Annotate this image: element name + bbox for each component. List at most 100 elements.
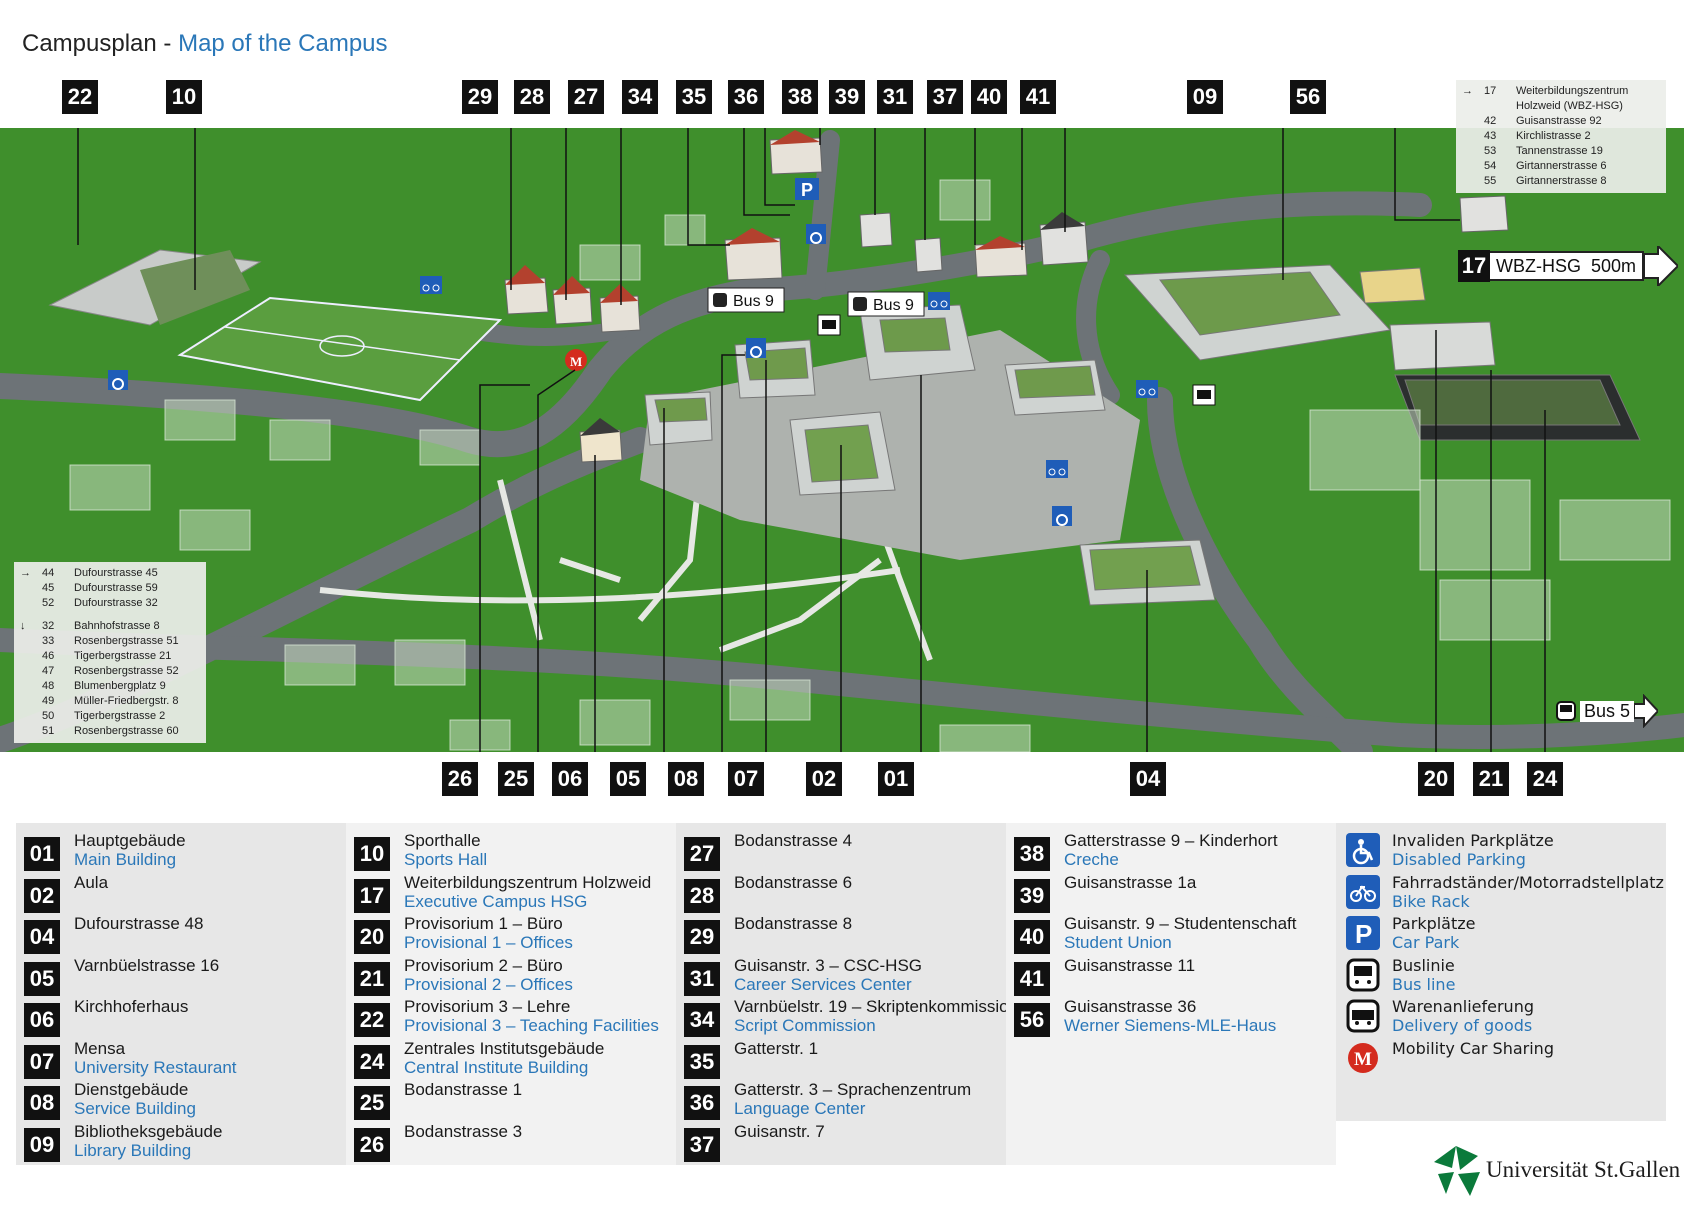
offsite-address: Dufourstrasse 45	[74, 567, 158, 579]
building-marker-27[interactable]: 27	[568, 80, 604, 114]
legend-label-de: Guisanstrasse 1a	[1064, 872, 1197, 892]
building-marker-41[interactable]: 41	[1020, 80, 1056, 114]
offsite-row: 52 Dufourstrasse 32	[20, 596, 200, 611]
legend-item-39[interactable]: 39 Guisanstrasse 1a	[1014, 873, 1196, 913]
bicycle-icon	[1136, 380, 1158, 398]
building-marker-09[interactable]: 09	[1187, 80, 1223, 114]
legend-symbol-parking[interactable]: P Parkplätze Car Park	[1346, 914, 1476, 952]
legend-item-20[interactable]: 20 Provisorium 1 – Büro Provisional 1 – Of…	[354, 914, 573, 954]
arrow-right-icon	[1462, 99, 1484, 114]
legend-symbol-truck[interactable]: Warenanlieferung Delivery of goods	[1346, 997, 1534, 1035]
legend-label-de: Aula	[74, 872, 109, 892]
legend-item-01[interactable]: 01 Hauptgebäude Main Building	[24, 831, 186, 871]
building-marker-22[interactable]: 22	[62, 80, 98, 114]
legend-item-05[interactable]: 05 Varnbüelstrasse 16	[24, 956, 219, 996]
legend-item-38[interactable]: 38 Gatterstrasse 9 – Kinderhort Creche	[1014, 831, 1278, 871]
legend-item-24[interactable]: 24 Zentrales Institutsgebäude Central Inst…	[354, 1039, 604, 1079]
building-marker-26[interactable]: 26	[442, 762, 478, 796]
building-marker-06[interactable]: 06	[552, 762, 588, 796]
legend-label-de: Gatterstr. 1	[734, 1038, 819, 1058]
legend-symbol-bus[interactable]: Buslinie Bus line	[1346, 956, 1455, 994]
legend-text: Guisanstr. 7	[734, 1122, 825, 1162]
legend-item-37[interactable]: 37 Guisanstr. 7	[684, 1122, 825, 1162]
campus-map[interactable]: Bodanstrasse Bus 9 Bus 9 P M	[0, 128, 1684, 752]
legend-number: 17	[354, 878, 390, 913]
legend-item-02[interactable]: 02 Aula	[24, 873, 108, 913]
building-marker-01[interactable]: 01	[878, 762, 914, 796]
wbz-direction-arrow: 17 WBZ-HSG 500m	[1458, 246, 1679, 286]
legend-item-35[interactable]: 35 Gatterstr. 1	[684, 1039, 818, 1079]
legend-item-07[interactable]: 07 Mensa University Restaurant	[24, 1039, 237, 1079]
legend-item-17[interactable]: 17 Weiterbildungszentrum Holzweid Executiv…	[354, 873, 651, 913]
legend-item-09[interactable]: 09 Bibliotheksgebäude Library Building	[24, 1122, 222, 1162]
legend-label-de: Gatterstr. 3 – Sprachenzentrum	[734, 1080, 972, 1099]
legend-column-1: 01 Hauptgebäude Main Building 02 Aula 04 Dufou…	[16, 823, 346, 1165]
building-marker-56[interactable]: 56	[1290, 80, 1326, 114]
legend-text: Bodanstrasse 4	[734, 831, 852, 871]
legend-item-27[interactable]: 27 Bodanstrasse 4	[684, 831, 852, 871]
legend-item-25[interactable]: 25 Bodanstrasse 1	[354, 1080, 522, 1120]
offsite-number: 48	[42, 680, 55, 692]
building-marker-35[interactable]: 35	[676, 80, 712, 114]
legend-number: 40	[1014, 920, 1050, 954]
legend-text: Warenanlieferung Delivery of goods	[1392, 997, 1534, 1035]
legend-item-29[interactable]: 29 Bodanstrasse 8	[684, 914, 852, 954]
building-marker-29[interactable]: 29	[462, 80, 498, 114]
legend-text: Dufourstrasse 48	[74, 914, 203, 954]
legend-item-06[interactable]: 06 Kirchhoferhaus	[24, 997, 188, 1037]
arrow-right-icon	[1634, 694, 1659, 728]
legend-symbol-bicycle[interactable]: Fahrradständer/Motorradstellplatz Bike Ra…	[1346, 873, 1664, 911]
building-marker-25[interactable]: 25	[498, 762, 534, 796]
legend-item-08[interactable]: 08 Dienstgebäude Service Building	[24, 1080, 196, 1120]
legend-item-22[interactable]: 22 Provisorium 3 – Lehre Provisional 3 – T…	[354, 997, 659, 1037]
offsite-address: Rosenbergstrasse 52	[74, 665, 179, 677]
building-marker-38[interactable]: 38	[782, 80, 818, 114]
building-marker-02[interactable]: 02	[806, 762, 842, 796]
building-marker-28[interactable]: 28	[514, 80, 550, 114]
legend-item-34[interactable]: 34 Varnbüelstr. 19 – Skriptenkommission Sc…	[684, 997, 1018, 1037]
legend-item-04[interactable]: 04 Dufourstrasse 48	[24, 914, 203, 954]
legend-item-10[interactable]: 10 Sporthalle Sports Hall	[354, 831, 487, 871]
building-marker-21[interactable]: 21	[1473, 762, 1509, 796]
legend-item-36[interactable]: 36 Gatterstr. 3 – Sprachenzentrum Language…	[684, 1080, 971, 1120]
legend-number: 21	[354, 961, 390, 996]
legend-label-de: Varnbüelstrasse 16	[74, 955, 220, 975]
legend-item-28[interactable]: 28 Bodanstrasse 6	[684, 873, 852, 913]
building-marker-20[interactable]: 20	[1418, 762, 1454, 796]
legend-item-41[interactable]: 41 Guisanstrasse 11	[1014, 956, 1195, 996]
building-marker-05[interactable]: 05	[610, 762, 646, 796]
legend-number: 26	[354, 1127, 390, 1162]
building-marker-40[interactable]: 40	[971, 80, 1007, 114]
legend-symbol-wheelchair[interactable]: Invaliden Parkplätze Disabled Parking	[1346, 831, 1554, 869]
building-marker-24[interactable]: 24	[1527, 762, 1563, 796]
bus-icon	[1346, 958, 1380, 991]
building-marker-08[interactable]: 08	[668, 762, 704, 796]
building-marker-36[interactable]: 36	[728, 80, 764, 114]
legend-text: Guisanstrasse 1a	[1064, 873, 1196, 913]
legend-item-21[interactable]: 21 Provisorium 2 – Büro Provisional 2 – Of…	[354, 956, 573, 996]
legend-text: Fahrradständer/Motorradstellplatz Bike Ra…	[1392, 873, 1664, 911]
legend-symbol-mobility[interactable]: M Mobility Car Sharing	[1346, 1039, 1554, 1075]
legend-number: 25	[354, 1086, 390, 1120]
building-marker-34[interactable]: 34	[622, 80, 658, 114]
building-marker-39[interactable]: 39	[829, 80, 865, 114]
legend-label-en: Career Services Center	[734, 974, 912, 994]
legend-item-40[interactable]: 40 Guisanstr. 9 – Studentenschaft Student …	[1014, 914, 1296, 954]
legend-number: 34	[684, 1003, 720, 1037]
legend-item-31[interactable]: 31 Guisanstr. 3 – CSC-HSG Career Services …	[684, 956, 922, 996]
legend-number: 06	[24, 1003, 60, 1037]
legend-label-en: Service Building	[74, 1099, 196, 1118]
legend-item-56[interactable]: 56 Guisanstrasse 36 Werner Siemens-MLE-Hau…	[1014, 997, 1276, 1037]
offsite-number: 52	[42, 597, 55, 609]
building-marker-10[interactable]: 10	[166, 80, 202, 114]
building-marker-31[interactable]: 31	[877, 80, 913, 114]
page-title: Campusplan - Map of the Campus	[22, 30, 388, 58]
building-marker-07[interactable]: 07	[728, 762, 764, 796]
building-marker-04[interactable]: 04	[1130, 762, 1166, 796]
offsite-number: 44	[42, 567, 55, 579]
bicycle-icon	[928, 292, 950, 310]
legend-item-26[interactable]: 26 Bodanstrasse 3	[354, 1122, 522, 1162]
building-marker-37[interactable]: 37	[927, 80, 963, 114]
offsite-number: 45	[42, 582, 55, 594]
